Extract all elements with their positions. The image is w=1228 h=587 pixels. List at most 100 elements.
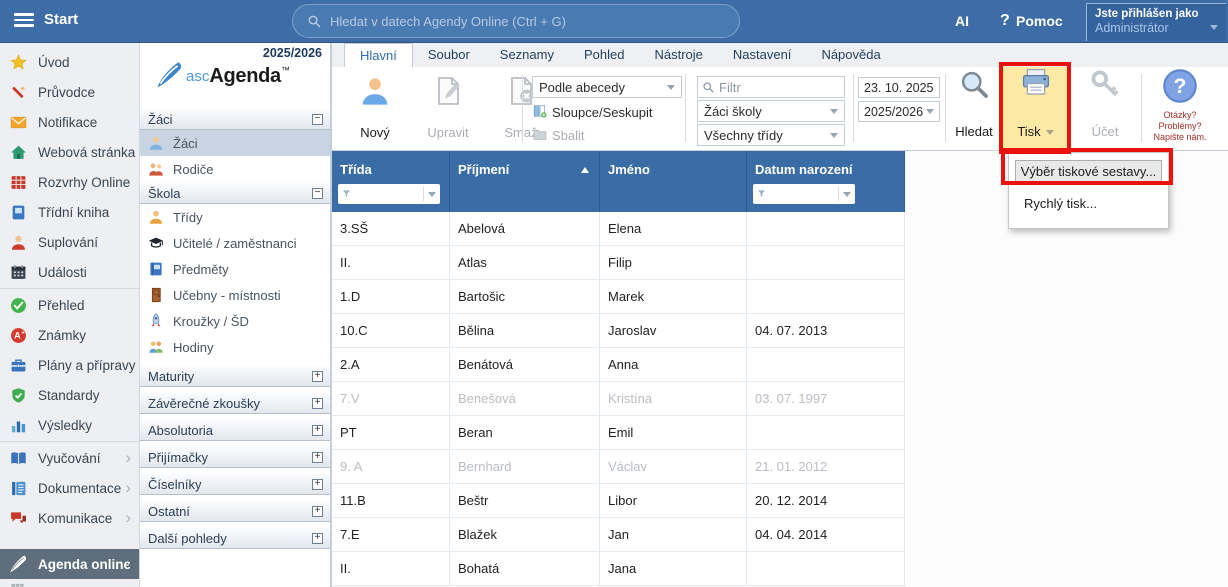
- tree-group-ciselniky[interactable]: Číselníky+: [140, 473, 330, 495]
- sidebar-item-rozvrhy-online[interactable]: Rozvrhy Online: [0, 167, 139, 197]
- filter-box[interactable]: [697, 76, 845, 98]
- overview-check-icon: [10, 297, 28, 314]
- edit-button[interactable]: Upravit: [413, 70, 483, 148]
- sidebar-item-pruvodce[interactable]: Průvodce: [0, 77, 139, 107]
- tab-napoveda[interactable]: Nápověda: [806, 43, 895, 67]
- tab-pohled[interactable]: Pohled: [569, 43, 639, 67]
- columns-group-button[interactable]: Sloupce/Seskupit: [533, 103, 652, 121]
- teacher-cap-icon: [148, 235, 166, 251]
- tree-item-ucitele-zamestnanci[interactable]: Učitelé / zaměstnanci: [140, 230, 330, 256]
- account-button[interactable]: Účet: [1074, 69, 1136, 149]
- column-header-datum-narozeni[interactable]: Datum narození: [747, 151, 905, 212]
- tree-group-maturity[interactable]: Maturity+: [140, 365, 330, 387]
- sidebar-item-standardy[interactable]: Standardy: [0, 380, 139, 410]
- tree-group-absolutoria[interactable]: Absolutoria+: [140, 419, 330, 441]
- table-row-beran[interactable]: PTBeranEmil: [332, 416, 906, 450]
- search-button[interactable]: Hledat: [946, 69, 1002, 149]
- sidebar-item-label: Rozvrhy Online: [38, 175, 130, 190]
- column-header-jmeno[interactable]: Jméno: [600, 151, 747, 212]
- global-search-input[interactable]: [330, 14, 739, 29]
- global-search[interactable]: [292, 4, 740, 38]
- tree-group-dalsi-pohledy[interactable]: Další pohledy+: [140, 527, 330, 549]
- sidebar-item-vysledky[interactable]: Výsledky: [0, 410, 139, 440]
- cell-prijmeni: Bělina: [450, 314, 600, 348]
- tree-group-skola[interactable]: Škola−: [140, 182, 330, 204]
- new-button[interactable]: Nový: [340, 70, 410, 148]
- tree-group-zaci[interactable]: Žáci−: [140, 108, 330, 130]
- school-year-select[interactable]: 2025/2026: [858, 101, 940, 122]
- sidebar-item-udalosti[interactable]: Události: [0, 257, 139, 287]
- table-row-bestr[interactable]: 11.BBeštrLibor20. 12. 2014: [332, 484, 906, 518]
- expand-icon[interactable]: +: [312, 533, 323, 544]
- sidebar-item-webova-stranka[interactable]: Webová stránka: [0, 137, 139, 167]
- filter-input[interactable]: [719, 80, 840, 95]
- tree-item-ucebny-mistnosti[interactable]: Učebny - místnosti: [140, 282, 330, 308]
- date-input[interactable]: [858, 77, 940, 98]
- column-filter-trida[interactable]: [338, 184, 440, 204]
- sidebar-item-dokumentace[interactable]: Dokumentace›: [0, 473, 139, 503]
- table-row-abelova[interactable]: 3.SŠAbelováElena: [332, 212, 906, 246]
- tab-nastaveni[interactable]: Nastavení: [718, 43, 807, 67]
- tree-item-krouzky-sd[interactable]: Kroužky / ŠD: [140, 308, 330, 334]
- tree-item-predmety[interactable]: Předměty: [140, 256, 330, 282]
- sidebar-item-notifikace[interactable]: Notifikace: [0, 107, 139, 137]
- table-row-benesova[interactable]: 7.VBenešováKristína03. 07. 1997: [332, 382, 906, 416]
- tab-seznamy[interactable]: Seznamy: [485, 43, 569, 67]
- tree-group-zaverecne-zkousky[interactable]: Závěrečné zkoušky+: [140, 392, 330, 414]
- collapse-icon[interactable]: −: [312, 188, 323, 199]
- contact-support-button[interactable]: ? Otázky? Problémy? Napište nám.: [1148, 69, 1212, 149]
- sidebar-item-tridni-kniha[interactable]: Třídní kniha: [0, 197, 139, 227]
- tree-group-prijimacky[interactable]: Přijímačky+: [140, 446, 330, 468]
- sort-select[interactable]: Podle abecedy: [532, 76, 682, 98]
- cell-datum: [747, 212, 905, 246]
- print-menu-item-vyber-tiskove-sestavy[interactable]: Výběr tiskové sestavy...: [1015, 160, 1162, 184]
- table-row-bartosic[interactable]: 1.DBartošicMarek: [332, 280, 906, 314]
- sidebar-item-prehled[interactable]: Přehled: [0, 290, 139, 320]
- ai-button[interactable]: AI: [955, 13, 969, 29]
- table-row-bohata[interactable]: II.BohatáJana: [332, 552, 906, 586]
- table-row-benatova[interactable]: 2.ABenátováAnna: [332, 348, 906, 382]
- start-menu[interactable]: Start: [44, 11, 78, 28]
- column-header-prijmeni[interactable]: Příjmení: [450, 151, 600, 212]
- print-menu-item-rychly-tisk[interactable]: Rychlý tisk...: [1015, 193, 1162, 217]
- sidebar-item-label: Známky: [38, 328, 86, 343]
- help-button[interactable]: Pomoc: [1016, 13, 1063, 29]
- tree-item-zaci[interactable]: Žáci: [140, 130, 330, 156]
- sidebar-item-komunikace[interactable]: Komunikace›: [0, 503, 139, 533]
- sidebar-item-uvod[interactable]: Úvod: [0, 47, 139, 77]
- tab-hlavni[interactable]: Hlavní: [344, 43, 413, 67]
- column-header-trida[interactable]: Třída: [332, 151, 450, 212]
- hamburger-menu-icon[interactable]: [14, 13, 34, 29]
- table-row-bernhard[interactable]: 9. ABernhardVáclav21. 01. 2012: [332, 450, 906, 484]
- sidebar-item-agenda-online[interactable]: Agenda online ‹: [0, 549, 139, 579]
- sidebar-item-suplovani[interactable]: Suplování: [0, 227, 139, 257]
- tree-item-tridy[interactable]: Třídy: [140, 204, 330, 230]
- column-filter-datum-narozeni[interactable]: [753, 184, 855, 204]
- sidebar-item-znamky[interactable]: A+Známky: [0, 320, 139, 350]
- collapse-button[interactable]: Sbalit: [533, 126, 585, 144]
- collapse-icon[interactable]: −: [312, 114, 323, 125]
- sidebar-item-vyucovani[interactable]: Vyučování›: [0, 443, 139, 473]
- tab-soubor[interactable]: Soubor: [413, 43, 485, 67]
- expand-icon[interactable]: +: [312, 371, 323, 382]
- expand-icon[interactable]: +: [312, 479, 323, 490]
- expand-icon[interactable]: +: [312, 398, 323, 409]
- scope-select[interactable]: Žáci školy: [697, 100, 845, 122]
- user-menu[interactable]: Jste přihlášen jako Administrátor: [1086, 3, 1226, 41]
- sidebar-item-label: Výsledky: [38, 418, 92, 433]
- tree-item-rodice[interactable]: Rodiče: [140, 156, 330, 182]
- table-row-blazek[interactable]: 7.EBlažekJan04. 04. 2014: [332, 518, 906, 552]
- tree-group-label: Ostatní: [148, 504, 190, 519]
- expand-icon[interactable]: +: [312, 425, 323, 436]
- expand-icon[interactable]: +: [312, 506, 323, 517]
- tree-item-hodiny[interactable]: Hodiny: [140, 334, 330, 360]
- print-button[interactable]: Tisk: [1003, 67, 1068, 151]
- sidebar-item-plany-a-pripravy[interactable]: Plány a přípravy: [0, 350, 139, 380]
- sidebar-item-label: Komunikace: [38, 511, 112, 526]
- tree-group-ostatni[interactable]: Ostatní +: [140, 500, 330, 522]
- expand-icon[interactable]: +: [312, 452, 323, 463]
- tab-nastroje[interactable]: Nástroje: [639, 43, 717, 67]
- classes-select[interactable]: Všechny třídy: [697, 124, 845, 146]
- table-row-belina[interactable]: 10.CBělinaJaroslav04. 07. 2013: [332, 314, 906, 348]
- table-row-atlas[interactable]: II.AtlasFilip: [332, 246, 906, 280]
